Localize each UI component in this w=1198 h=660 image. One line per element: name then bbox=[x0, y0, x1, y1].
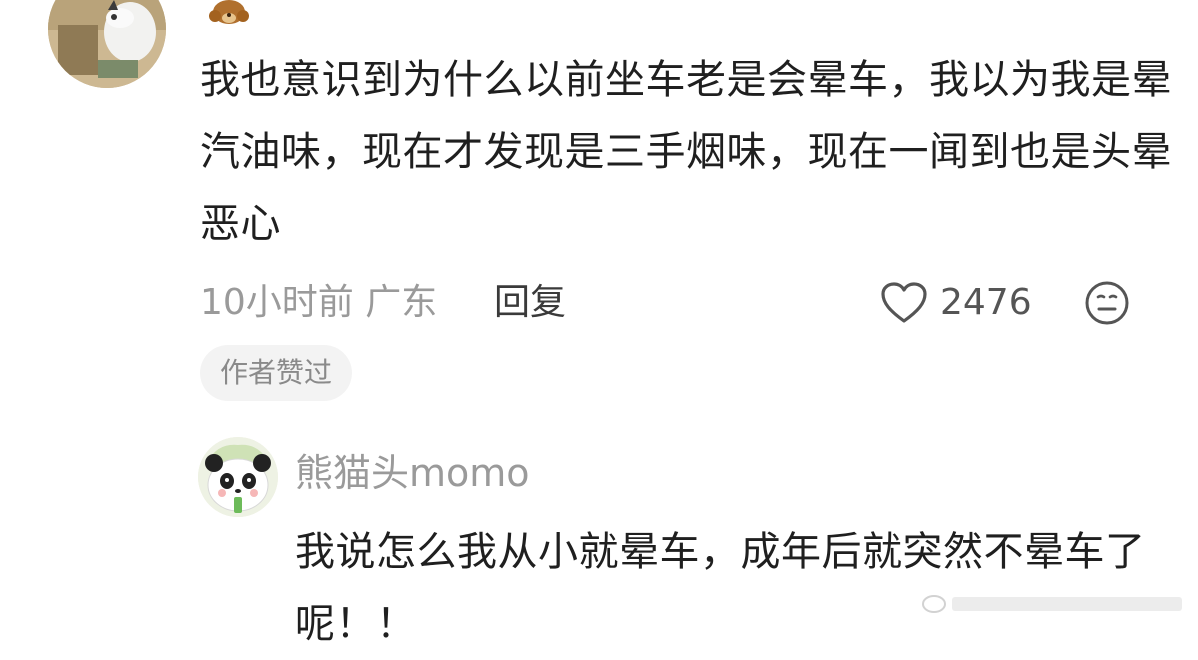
reply-username[interactable]: 熊猫头momo bbox=[295, 448, 530, 498]
commenter-avatar[interactable] bbox=[48, 0, 166, 88]
reply-text: 我说怎么我从小就晕车，成年后就突然不晕车了呢！！ bbox=[295, 529, 1146, 647]
watermark bbox=[920, 591, 1190, 617]
reply-button[interactable]: 回复 bbox=[494, 279, 566, 327]
comment-text: 我也意识到为什么以前坐车老是会晕车，我以为我是晕汽油味，现在才发现是三手烟味，现… bbox=[200, 57, 1172, 247]
comment-time-location: 10小时前 广东 bbox=[200, 282, 438, 323]
comment-meta-row: 10小时前 广东 回复 2476 bbox=[200, 275, 1160, 331]
bear-badge-icon bbox=[205, 0, 253, 26]
neutral-face-icon[interactable] bbox=[1084, 280, 1130, 326]
heart-outline-icon[interactable] bbox=[880, 281, 928, 325]
reply-avatar[interactable] bbox=[198, 437, 278, 517]
author-liked-badge: 作者赞过 bbox=[200, 345, 353, 401]
like-count: 2476 bbox=[940, 282, 1032, 323]
